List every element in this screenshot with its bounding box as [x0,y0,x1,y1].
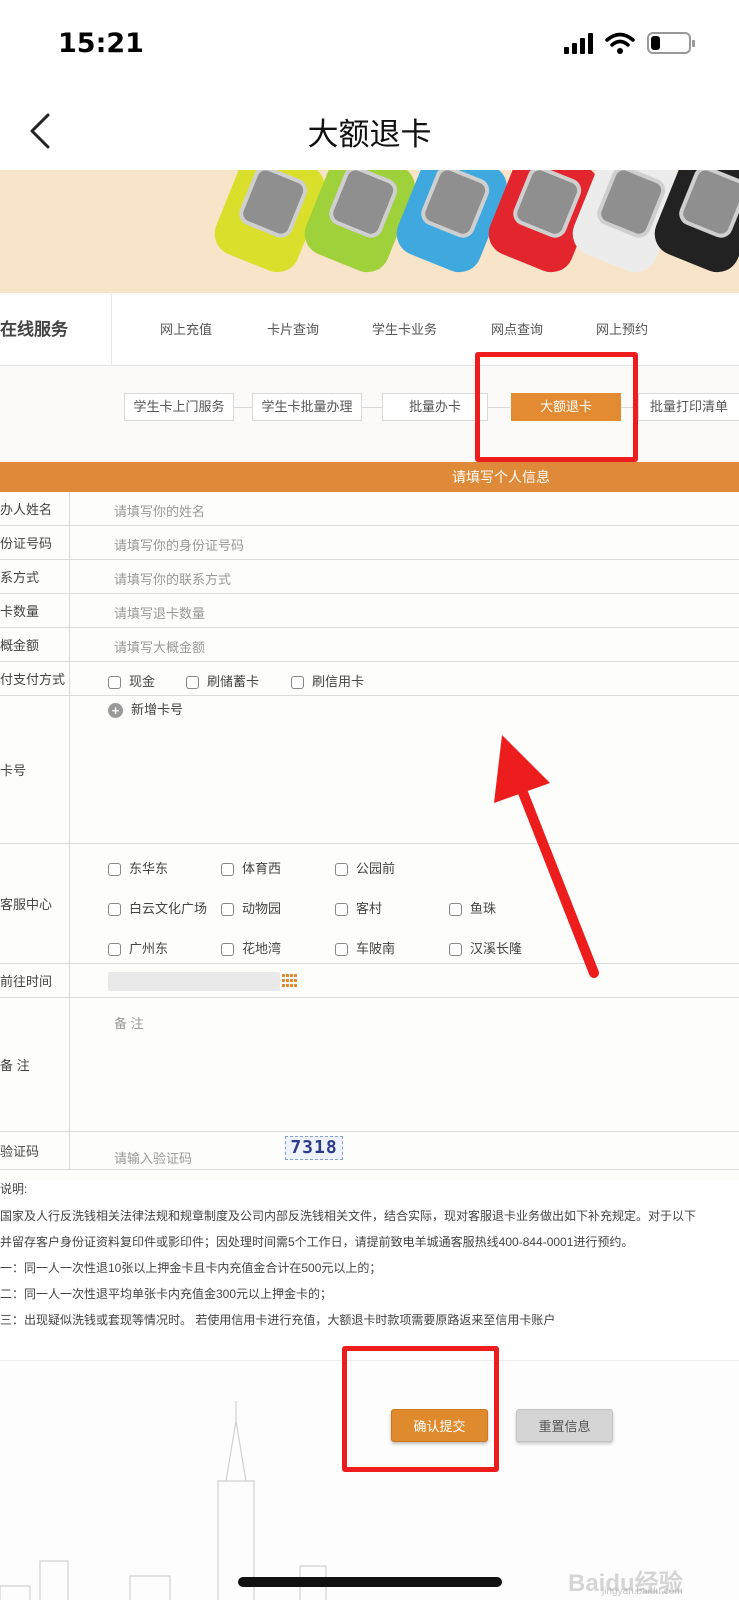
row-remark: 备 注 备 注 [0,998,739,1132]
checkbox[interactable] [449,943,462,957]
contact-label: 系方式 [0,560,70,593]
card-holders-illustration [214,170,739,273]
add-card-number-button[interactable]: + 新增卡号 [108,699,183,719]
name-label: 办人姓名 [0,492,70,525]
payment-option-credit[interactable]: 刷信用卡 [291,671,364,690]
status-icons [564,32,695,54]
service-link-recharge[interactable]: 网上充值 [160,319,212,338]
calendar-icon[interactable] [282,974,298,988]
notes-line: 三：出现疑似洗钱或套现等情况时。 若使用信用卡进行充值，大额退卡时款项需要原路返… [0,1313,556,1327]
banner-image [0,170,739,293]
center-option[interactable]: 体育西 [221,858,281,877]
captcha-input[interactable]: 请输入验证码 [114,1148,192,1167]
notes-line: 并留存客户身份证资料复印件或影印件；因处理时间需5个工作日，请提前致电羊城通客服… [0,1235,634,1249]
payment-label: 付支付方式 [0,662,70,695]
row-card-count: 卡数量 请填写退卡数量 [0,594,739,628]
checkbox[interactable] [335,943,348,957]
amount-label: 概金额 [0,628,70,661]
checkbox[interactable] [221,943,234,957]
service-link-student-card[interactable]: 学生卡业务 [372,319,437,338]
cellular-signal-icon [564,32,593,54]
plus-icon: + [108,703,123,719]
tab-batch-print-list[interactable]: 批量打印清单 [638,393,739,421]
tab-batch-card[interactable]: 批量办卡 [382,393,488,421]
highlight-box-submit [342,1346,499,1472]
online-service-title: 在线服务 [0,293,112,366]
checkbox[interactable] [221,863,234,877]
reset-button[interactable]: 重置信息 [516,1409,613,1442]
contact-input[interactable]: 请填写你的联系方式 [114,569,231,588]
card-count-label: 卡数量 [0,594,70,627]
tab-student-card-home-service[interactable]: 学生卡上门服务 [124,393,234,421]
row-contact: 系方式 请填写你的联系方式 [0,560,739,594]
wifi-icon [605,32,635,54]
nav-bar: 大额退卡 [0,95,739,170]
checkbox[interactable] [108,676,121,690]
row-payment: 付支付方式 现金 刷储蓄卡 刷信用卡 [0,662,739,696]
captcha-label: 验证码 [0,1132,70,1169]
notes-section: 说明: 国家及人行反洗钱相关法律法规和规章制度及公司内部反洗钱相关文件，结合实际… [0,1180,739,1360]
notes-line: 国家及人行反洗钱相关法律法规和规章制度及公司内部反洗钱相关文件，结合实际，现对客… [0,1209,697,1223]
name-input[interactable]: 请填写你的姓名 [114,501,205,520]
form-header-text: 请填写个人信息 [452,469,550,485]
captcha-image[interactable]: 7318 [285,1136,343,1160]
remark-label: 备 注 [0,998,70,1131]
center-option[interactable]: 东华东 [108,858,168,877]
center-option[interactable]: 客村 [335,898,382,917]
checkbox[interactable] [335,863,348,877]
arrow-annotation-icon [494,735,599,978]
id-number-label: 份证号码 [0,526,70,559]
row-visit-time: 前往时间 [0,964,739,998]
highlight-box-tab [475,352,638,462]
id-number-input[interactable]: 请填写你的身份证号码 [114,535,244,554]
notes-line: 一：同一人一次性退10张以上押金卡且卡内充值金合计在500元以上的； [0,1261,382,1275]
checkbox[interactable] [186,676,199,690]
battery-icon [647,32,695,54]
visit-time-label: 前往时间 [0,964,70,997]
service-link-card-query[interactable]: 卡片查询 [267,319,319,338]
card-number-label: 卡号 [0,696,70,843]
refund-form: 办人姓名 请填写你的姓名 份证号码 请填写你的身份证号码 系方式 请填写你的联系… [0,492,739,1180]
center-option[interactable]: 公园前 [335,858,395,877]
row-id-number: 份证号码 请填写你的身份证号码 [0,526,739,560]
service-center-label: 客服中心 [0,844,70,963]
tab-student-card-batch[interactable]: 学生卡批量办理 [252,393,362,421]
center-option[interactable]: 花地湾 [221,938,281,957]
status-bar: 15:21 [0,0,739,95]
battery-level [651,36,660,50]
notes-title: 说明: [0,1182,28,1196]
center-option[interactable]: 动物园 [221,898,281,917]
row-card-number: 卡号 + 新增卡号 [0,696,739,844]
card-count-input[interactable]: 请填写退卡数量 [114,603,205,622]
checkbox[interactable] [108,943,121,957]
payment-option-debit[interactable]: 刷储蓄卡 [186,671,259,690]
row-captcha: 验证码 请输入验证码 7318 [0,1132,739,1170]
checkbox[interactable] [449,903,462,917]
form-header: 请填写个人信息 [0,462,739,492]
remark-textarea[interactable]: 备 注 [114,1013,144,1032]
home-indicator [238,1577,502,1587]
checkbox[interactable] [291,676,304,690]
row-name: 办人姓名 请填写你的姓名 [0,492,739,526]
row-service-center: 客服中心 东华东 体育西 公园前 白云文化广场 动物园 客村 鱼珠 广州东 花地… [0,844,739,964]
center-option[interactable]: 车陂南 [335,938,395,957]
service-link-reservation[interactable]: 网上预约 [596,319,648,338]
payment-option-cash[interactable]: 现金 [108,671,155,690]
amount-input[interactable]: 请填写大概金额 [114,637,205,656]
center-option[interactable]: 白云文化广场 [108,898,207,917]
status-time: 15:21 [58,28,144,59]
checkbox[interactable] [335,903,348,917]
page-title: 大额退卡 [307,117,432,152]
service-link-outlet-query[interactable]: 网点查询 [491,319,543,338]
notes-line: 二：同一人一次性退平均单张卡内充值金300元以上押金卡的； [0,1287,333,1301]
baidu-watermark-url: jingyan.baidu.com [602,1586,683,1597]
visit-time-input[interactable] [108,972,280,991]
checkbox[interactable] [108,903,121,917]
checkbox[interactable] [221,903,234,917]
row-amount: 概金额 请填写大概金额 [0,628,739,662]
checkbox[interactable] [108,863,121,877]
center-option[interactable]: 广州东 [108,938,168,957]
